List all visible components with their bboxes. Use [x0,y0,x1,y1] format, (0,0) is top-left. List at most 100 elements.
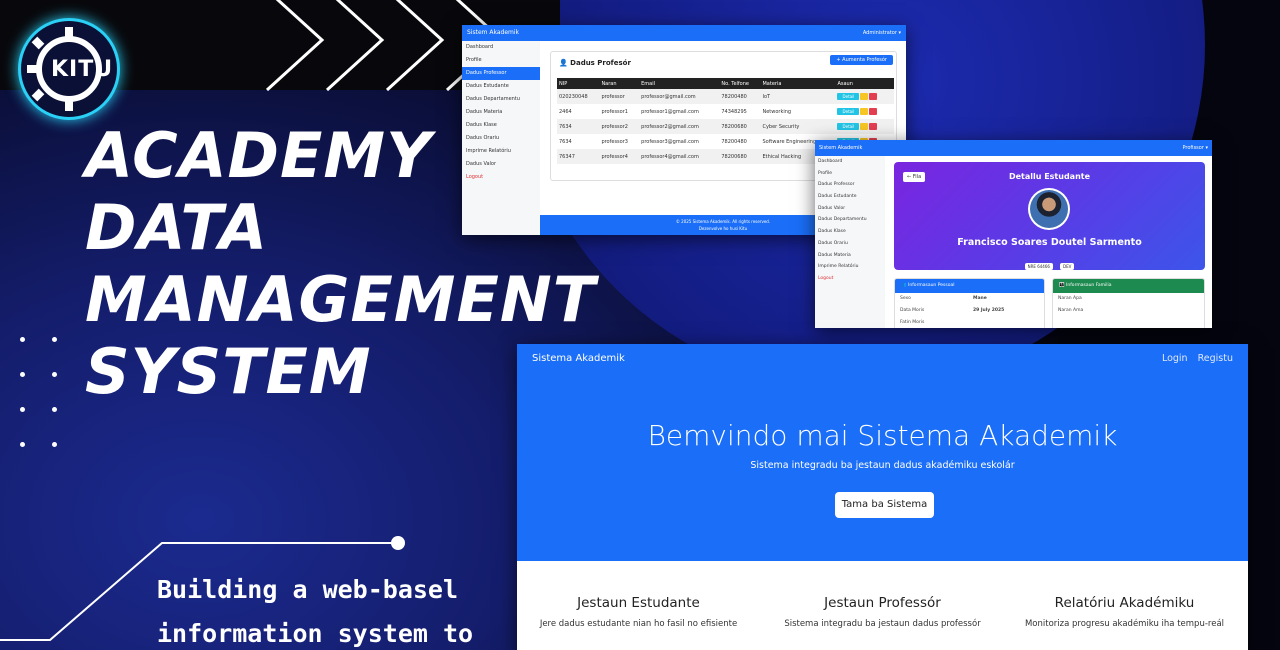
info-value: 29 July 2025 [973,308,1005,313]
sidebar-item[interactable]: Logout [462,171,540,184]
sidebar-item[interactable]: Dadus Materia [815,250,885,262]
student-name: Francisco Soares Doutel Sarmento [957,237,1142,248]
headline-line: SYSTEM [85,335,372,408]
sidebar-item[interactable]: Dashboard [815,156,885,168]
table-cell: Networking [762,108,792,115]
sidebar-item[interactable]: Dadus Estudante [815,191,885,203]
column-header: Asaun [835,78,894,89]
sidebar-item[interactable]: Dadus Orariu [815,238,885,250]
feature-title: Jestaun Estudante [577,595,700,611]
sidebar-item[interactable]: Dadus Materia [462,106,540,119]
feature-title: Jestaun Professór [824,595,941,611]
sidebar-item[interactable]: Imprime Relatóriu [462,145,540,158]
user-menu[interactable]: Administrator ▾ [863,25,901,41]
table-cell: 7634 [559,138,572,145]
landing-page-screenshot: Sistema Akademik Login Registu Bemvindo … [517,344,1248,650]
edit-icon[interactable] [860,108,869,115]
feature-report: Relatóriu Akadémiku Monitoriza progresu … [1003,595,1246,629]
sidebar-item[interactable]: Dadus Professor [462,67,540,80]
detail-button[interactable]: Detail [837,108,860,115]
table-cell: 76347 [557,149,600,164]
navbar-brand[interactable]: Sistem Akademik [467,29,519,36]
column-header: No. Telfone [719,78,761,89]
promo-banner: KITU ACADEMY DATA MANAGEMENT SYSTEM Buil… [0,0,1280,650]
subtitle-line: Building a web-basel [157,575,459,604]
table-row: 7634 professor2 professor2@gmail.com 782006… [557,119,894,134]
table-cell: professor1@gmail.com [641,108,699,115]
table-cell: Cyber Security [760,119,836,134]
info-value: Mane [973,296,987,301]
panel-header: 👥 Informasaun Pessoal [895,279,1044,293]
sidebar-item[interactable]: Dadus Departamentu [462,93,540,106]
info-row: Naran Apa [1053,293,1204,305]
feature-desc: Monitoriza progresu akadémiku iha tempu-… [1024,619,1225,629]
hero-lead: Sistema integradu ba jestaun dadus akadé… [750,460,1015,471]
sidebar-item[interactable]: Dadus Estudante [462,80,540,93]
register-link[interactable]: Registu [1198,353,1233,364]
sidebar-item[interactable]: Logout [815,273,885,285]
actions-cell: Detail [835,119,894,134]
add-professor-button[interactable]: + Aumenta Profesór [830,55,893,65]
delete-icon[interactable] [869,108,878,115]
feature-title: Relatóriu Akadémiku [1054,595,1195,611]
family-icon: 👪 [1059,283,1067,288]
sidebar-item[interactable]: Dadus Valor [462,158,540,171]
logo-text: KITU [51,57,114,82]
sidebar-item[interactable]: Dadus Departamentu [815,214,885,226]
student-detail-screenshot: Sistem Akademik Profissor ▾ Dashboard Pro… [815,140,1212,328]
table-cell: professor4 [599,149,640,164]
column-header: NIP [557,78,600,89]
subtitle-line: information system to [157,619,474,648]
info-row: Data Moris 29 July 2025 [895,305,1044,317]
table-row: 2464 professor1 professor1@gmail.com 743482… [557,104,894,119]
user-menu[interactable]: Profissor ▾ [1182,140,1208,156]
kitu-logo: KITU [18,18,120,120]
actions-cell: Detail [835,89,894,104]
detail-button[interactable]: Detail [837,93,860,100]
sidebar-item[interactable]: Dadus Klase [815,226,885,238]
sidebar-item[interactable]: Dadus Professor [815,179,885,191]
hero-title: Detallu Estudante [1008,172,1091,181]
hero-section: Sistema Akademik Login Registu Bemvindo … [517,344,1248,561]
table-cell: 78200680 [719,149,761,164]
sidebar-item[interactable]: Dadus Orariu [462,132,540,145]
sidebar-item[interactable]: Dadus Klase [462,119,540,132]
feature-professor: Jestaun Professór Sistema integradu ba j… [761,595,1004,629]
navbar-brand[interactable]: Sistema Akademik [532,353,625,364]
table-row: 020230048 professor professor@gmail.com 782… [557,89,894,104]
delete-icon[interactable] [869,93,878,100]
panel-header: 👪 Informasaun Familia [1053,279,1204,293]
feature-student: Jestaun Estudante Jere dadus estudante n… [517,595,760,629]
personal-info-panel: 👥 Informasaun Pessoal Sexo Mane Data Moris… [894,278,1045,328]
sidebar-item[interactable]: Dashboard [462,41,540,54]
avatar [1028,188,1070,230]
table-cell: 78200480 [719,89,761,104]
delete-icon[interactable] [869,123,878,130]
table-cell: 78200480 [721,138,747,145]
feature-desc: Jere dadus estudante nian ho fasil no ef… [539,619,738,629]
sidebar: Dashboard Profile Dadus Professor Dadus Est… [815,156,885,328]
navbar-brand[interactable]: Sistem Akademik [819,145,862,151]
table-cell: 7634 [557,119,600,134]
navbar: Sistem Akademik Profissor ▾ [815,140,1212,156]
sidebar-item[interactable]: Profile [815,168,885,180]
column-header: Materia [760,78,836,89]
user-icon: 👤 [559,59,571,67]
sidebar-item[interactable]: Profile [462,54,540,67]
sidebar-item[interactable]: Imprime Relatóriu [815,261,885,273]
family-info-panel: 👪 Informasaun Familia Naran Apa Naran Ama [1052,278,1205,328]
subtitle: Building a web-basel information system … [157,568,487,650]
edit-icon[interactable] [860,93,869,100]
sidebar: Dashboard Profile Dadus Professor Dadus Est… [462,41,540,235]
table-cell: IoT [760,89,836,104]
column-header: Email [639,78,720,89]
feature-desc: Sistema integradu ba jestaun dadus profe… [784,619,981,629]
enter-system-button[interactable]: Tama ba Sistema [835,492,934,518]
edit-icon[interactable] [860,123,869,130]
login-link[interactable]: Login [1162,353,1188,364]
info-row: Naran Ama [1053,305,1204,317]
detail-button[interactable]: Detail [837,123,860,130]
info-label: Sexo [900,296,911,301]
sidebar-item[interactable]: Dadus Valor [815,203,885,215]
nre-badge: NRE 64466 [1024,263,1053,270]
